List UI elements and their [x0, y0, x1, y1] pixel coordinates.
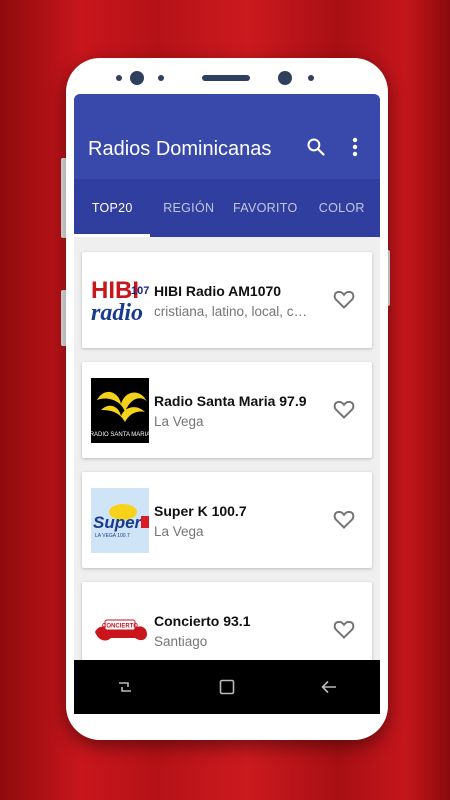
- svg-text:LA VEGA 100.7: LA VEGA 100.7: [95, 533, 130, 539]
- tab-top20[interactable]: TOP20: [74, 179, 151, 237]
- station-name: Super K 100.7: [154, 503, 247, 519]
- home-icon[interactable]: [215, 675, 239, 699]
- tab-indicator: [74, 234, 150, 237]
- station-card[interactable]: RADIO SANTA MARIA Radio Santa Maria 97.9…: [82, 362, 372, 458]
- app-title: Radios Dominicanas: [88, 138, 272, 160]
- sensor-dot: [116, 75, 122, 81]
- heart-outline-icon[interactable]: [332, 507, 356, 531]
- search-icon[interactable]: [303, 134, 329, 160]
- station-subtitle: Santiago: [154, 634, 208, 649]
- earpiece-speaker: [202, 75, 250, 81]
- more-vert-icon[interactable]: [342, 134, 368, 160]
- station-subtitle: La Vega: [154, 414, 204, 429]
- station-name: Radio Santa Maria 97.9: [154, 393, 307, 409]
- station-subtitle: La Vega: [154, 524, 204, 539]
- sensor-dot: [158, 75, 164, 81]
- station-name: Concierto 93.1: [154, 613, 251, 629]
- iris-sensor: [278, 71, 292, 85]
- front-camera: [130, 71, 144, 85]
- svg-text:Super: Super: [93, 513, 143, 532]
- app-screen: Radios Dominicanas TOP20 REGIÓN FAVORITO…: [74, 94, 380, 714]
- heart-outline-icon[interactable]: [332, 397, 356, 421]
- svg-text:radio: radio: [91, 300, 143, 326]
- tab-region[interactable]: REGIÓN: [151, 179, 228, 237]
- station-logo: RADIO SANTA MARIA: [91, 378, 149, 443]
- station-logo: HIBI 107 radio: [91, 268, 149, 333]
- station-subtitle: cristiana, latino, local, conservador: [154, 304, 314, 319]
- heart-outline-icon[interactable]: [332, 617, 356, 641]
- tab-favorito[interactable]: FAVORITO: [227, 179, 304, 237]
- station-card[interactable]: Super LA VEGA 100.7 Super K 100.7 La Veg…: [82, 472, 372, 568]
- svg-text:107: 107: [131, 285, 149, 297]
- heart-outline-icon[interactable]: [332, 287, 356, 311]
- tab-color[interactable]: COLOR: [304, 179, 381, 237]
- app-bar: Radios Dominicanas: [74, 94, 380, 179]
- svg-text:CONCIERTO: CONCIERTO: [102, 624, 138, 630]
- station-card[interactable]: HIBI 107 radio HIBI Radio AM1070 cristia…: [82, 252, 372, 348]
- station-name: HIBI Radio AM1070: [154, 283, 282, 299]
- phone-frame: Radios Dominicanas TOP20 REGIÓN FAVORITO…: [66, 58, 388, 740]
- station-logo: CONCIERTO: [91, 598, 149, 663]
- station-list: HIBI 107 radio HIBI Radio AM1070 cristia…: [74, 237, 380, 678]
- sensor-dot: [308, 75, 314, 81]
- recents-icon[interactable]: [113, 675, 137, 699]
- station-logo: Super LA VEGA 100.7: [91, 488, 149, 553]
- back-icon[interactable]: [317, 675, 341, 699]
- tab-bar: TOP20 REGIÓN FAVORITO COLOR: [74, 179, 380, 237]
- system-nav-bar: [74, 660, 380, 714]
- svg-text:RADIO SANTA MARIA: RADIO SANTA MARIA: [91, 432, 149, 438]
